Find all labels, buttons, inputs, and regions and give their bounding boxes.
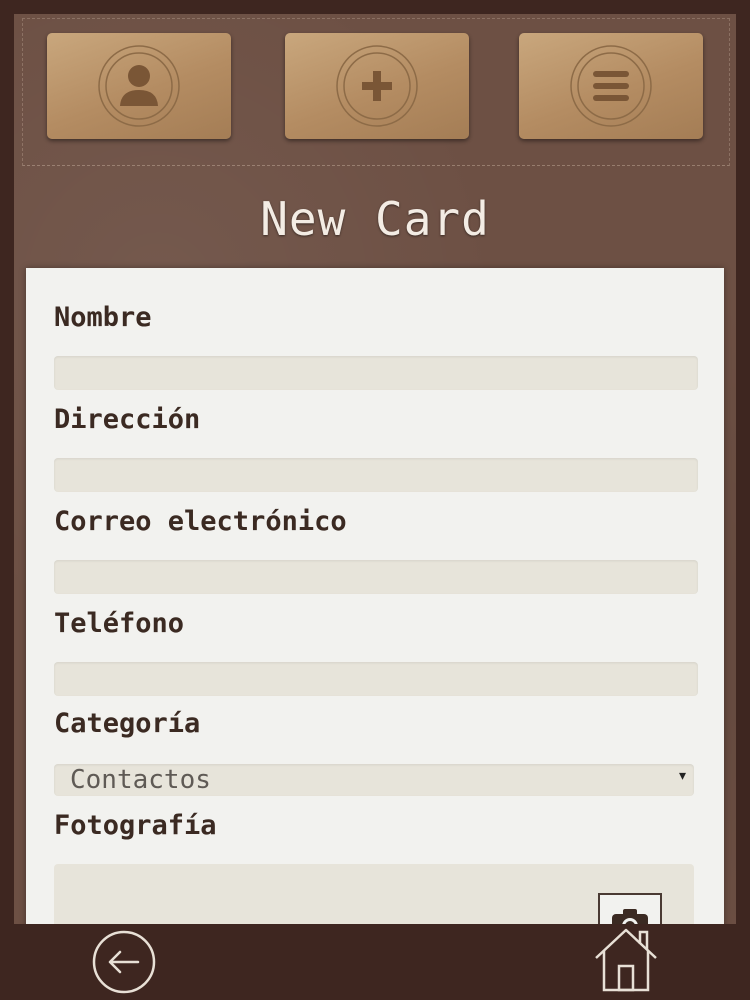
menu-button[interactable] <box>519 33 703 139</box>
back-arrow-icon <box>92 930 156 994</box>
plus-icon <box>336 45 418 127</box>
page-title: New Card <box>260 192 490 246</box>
new-card-button[interactable] <box>285 33 477 145</box>
dropdown-arrow-icon: ▾ <box>678 768 686 784</box>
category-select-value: Contactos <box>70 765 211 795</box>
category-select[interactable]: Contactos ▾ <box>54 764 694 796</box>
email-label: Correo electrónico <box>54 506 347 537</box>
address-label: Dirección <box>54 404 201 435</box>
toolbar <box>22 18 730 166</box>
user-icon <box>98 45 180 127</box>
name-input[interactable] <box>54 356 698 390</box>
phone-input[interactable] <box>54 662 698 696</box>
menu-icon <box>570 45 652 127</box>
category-label: Categoría <box>54 708 201 739</box>
contacts-button[interactable] <box>47 33 231 139</box>
home-button[interactable] <box>590 924 662 996</box>
email-input[interactable] <box>54 560 698 594</box>
phone-label: Teléfono <box>54 608 185 639</box>
camera-icon <box>612 909 648 924</box>
name-label: Nombre <box>54 302 152 333</box>
new-card-form: Nombre Dirección Correo electrónico Telé… <box>26 268 724 924</box>
address-input[interactable] <box>54 458 698 492</box>
app-container: New Card Nombre Dirección Correo electró… <box>14 14 736 924</box>
home-icon <box>595 928 657 992</box>
bottom-nav <box>0 924 750 1000</box>
camera-button[interactable] <box>598 893 662 924</box>
photo-label: Fotografía <box>54 810 217 841</box>
back-button[interactable] <box>92 930 156 994</box>
